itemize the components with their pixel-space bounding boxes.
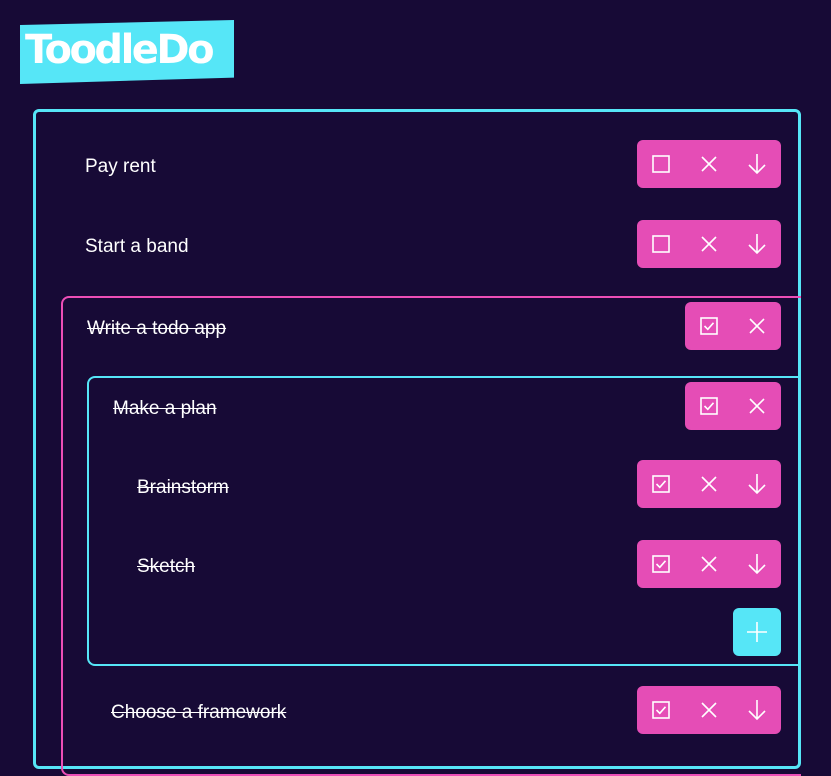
todo-item-actions	[685, 382, 781, 430]
close-icon	[701, 702, 717, 718]
todo-item-actions	[685, 302, 781, 350]
arrow-down-icon	[748, 474, 766, 495]
delete-button[interactable]	[685, 220, 733, 268]
arrow-down-icon	[748, 554, 766, 575]
todo-item-label: Sketch	[137, 556, 196, 577]
add-subtask-button[interactable]	[733, 608, 781, 656]
app-logo: ToodleDo	[20, 20, 234, 84]
delete-button[interactable]	[733, 302, 781, 350]
expand-button[interactable]	[733, 140, 781, 188]
expand-button[interactable]	[733, 686, 781, 734]
arrow-down-icon	[748, 154, 766, 175]
toggle-done-button[interactable]	[637, 686, 685, 734]
todo-item-actions	[637, 540, 781, 588]
toggle-done-button[interactable]	[637, 220, 685, 268]
close-icon	[701, 236, 717, 252]
todo-item-label: Make a plan	[113, 398, 217, 419]
checkbox-checked-icon	[652, 555, 670, 573]
expand-button[interactable]	[733, 220, 781, 268]
toggle-done-button[interactable]	[637, 140, 685, 188]
toggle-done-button[interactable]	[685, 382, 733, 430]
toggle-done-button[interactable]	[637, 540, 685, 588]
todo-item-label: Pay rent	[85, 156, 156, 177]
app-title: ToodleDo	[25, 27, 215, 73]
todo-item-label: Choose a framework	[111, 702, 287, 723]
todo-item-actions	[637, 686, 781, 734]
checkbox-unchecked-icon	[652, 235, 670, 253]
close-icon	[701, 556, 717, 572]
expand-button[interactable]	[733, 540, 781, 588]
delete-button[interactable]	[685, 540, 733, 588]
delete-button[interactable]	[685, 460, 733, 508]
checkbox-checked-icon	[700, 317, 718, 335]
delete-button[interactable]	[733, 382, 781, 430]
checkbox-checked-icon	[652, 701, 670, 719]
todo-item-actions	[637, 140, 781, 188]
close-icon	[749, 318, 765, 334]
todo-item-label: Write a todo app	[87, 318, 227, 339]
toggle-done-button[interactable]	[685, 302, 733, 350]
delete-button[interactable]	[685, 140, 733, 188]
arrow-down-icon	[748, 700, 766, 721]
checkbox-checked-icon	[700, 397, 718, 415]
checkbox-unchecked-icon	[652, 155, 670, 173]
todo-item-label: Brainstorm	[137, 477, 229, 498]
arrow-down-icon	[748, 234, 766, 255]
close-icon	[701, 156, 717, 172]
close-icon	[701, 476, 717, 492]
todo-item-actions	[637, 460, 781, 508]
delete-button[interactable]	[685, 686, 733, 734]
plus-icon	[747, 622, 767, 642]
todo-item-label: Start a band	[85, 236, 189, 257]
toggle-done-button[interactable]	[637, 460, 685, 508]
checkbox-checked-icon	[652, 475, 670, 493]
close-icon	[749, 398, 765, 414]
expand-button[interactable]	[733, 460, 781, 508]
todo-item-actions	[637, 220, 781, 268]
